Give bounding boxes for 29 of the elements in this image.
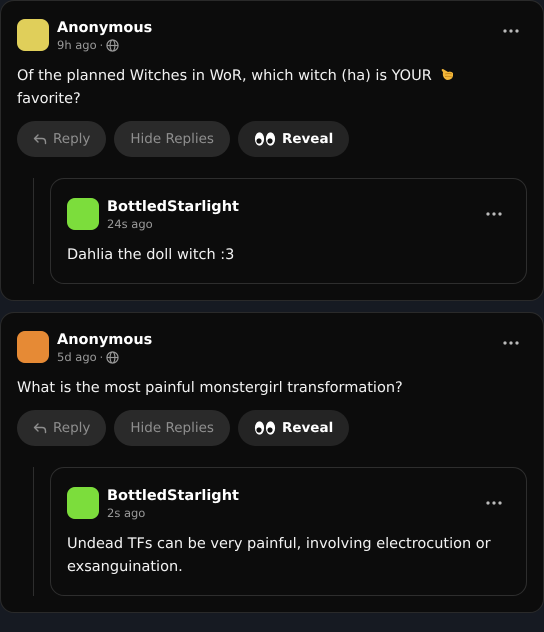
separator-dot: · xyxy=(100,351,104,364)
timestamp: 9h ago xyxy=(57,38,97,53)
post-text: Undead TFs can be very painful, involving electrocution or exsanguination. xyxy=(67,536,491,575)
author-name: BottledStarlight xyxy=(107,487,240,506)
eyes-icon xyxy=(254,131,276,147)
hide-replies-button[interactable]: Hide Replies xyxy=(114,121,230,157)
timestamp: 24s ago xyxy=(107,217,153,232)
more-options-icon[interactable] xyxy=(503,29,519,33)
post-text: Of the planned Witches in WoR, which witch (ha) is YOUR xyxy=(17,68,432,84)
reply-icon xyxy=(33,422,47,434)
more-options-icon[interactable] xyxy=(486,501,502,505)
reveal-button[interactable]: Reveal xyxy=(238,121,350,157)
timestamp: 5d ago xyxy=(57,350,97,365)
reveal-button[interactable]: Reveal xyxy=(238,410,350,446)
timestamp: 2s ago xyxy=(107,506,146,521)
hide-replies-button[interactable]: Hide Replies xyxy=(114,410,230,446)
post-text: favorite? xyxy=(17,91,81,107)
post-text: Dahlia the doll witch :3 xyxy=(67,247,234,263)
author-name: BottledStarlight xyxy=(107,198,240,217)
post-text: What is the most painful monstergirl transformation? xyxy=(17,380,403,396)
author-name: Anonymous xyxy=(57,19,154,38)
reply-icon xyxy=(33,133,47,145)
author-name: Anonymous xyxy=(57,331,154,350)
reply-button[interactable]: Reply xyxy=(17,410,106,446)
more-options-icon[interactable] xyxy=(486,212,502,216)
separator-dot: · xyxy=(100,39,104,52)
reply-button[interactable]: Reply xyxy=(17,121,106,157)
more-options-icon[interactable] xyxy=(503,341,519,345)
eyes-icon xyxy=(254,420,276,436)
